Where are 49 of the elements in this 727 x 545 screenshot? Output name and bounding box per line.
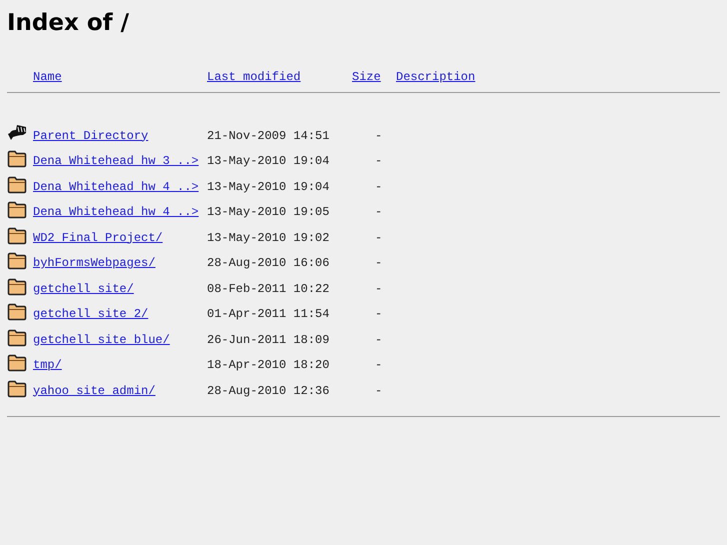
file-size: - (374, 358, 384, 372)
file-link[interactable]: Dena Whitehead hw 4 ..> (33, 205, 199, 219)
file-size: - (374, 180, 384, 194)
page-title: Index of / (7, 9, 130, 38)
file-size: - (374, 256, 384, 270)
file-size: - (374, 384, 384, 398)
file-link[interactable]: getchell site/ (33, 282, 134, 296)
file-size: - (374, 128, 384, 142)
folder-icon (7, 328, 27, 346)
modified-date: 28-Aug-2010 12:36 (207, 384, 330, 398)
modified-date: 18-Apr-2010 18:20 (207, 358, 330, 372)
file-link[interactable]: getchell site 2/ (33, 307, 148, 321)
folder-icon (7, 303, 27, 321)
back-arrow-icon (7, 122, 27, 142)
file-size: - (374, 307, 384, 321)
folder-icon (7, 201, 27, 219)
folder-icon (7, 380, 27, 398)
folder-icon (7, 226, 27, 244)
modified-date: 13-May-2010 19:02 (207, 230, 330, 244)
file-link[interactable]: tmp/ (33, 358, 62, 372)
folder-icon (7, 252, 27, 270)
file-size: - (374, 332, 384, 346)
file-link[interactable]: byhFormsWebpages/ (33, 256, 156, 270)
file-link[interactable]: Parent Directory (33, 128, 148, 142)
column-header-link[interactable]: Size (352, 70, 381, 84)
folder-icon (7, 150, 27, 168)
modified-date: 08-Feb-2011 10:22 (207, 282, 330, 296)
file-link[interactable]: WD2 Final Project/ (33, 230, 163, 244)
folder-icon (7, 354, 27, 372)
file-link[interactable]: Dena Whitehead hw 3 ..> (33, 154, 199, 168)
modified-date: 21-Nov-2009 14:51 (207, 128, 330, 142)
modified-date: 13-May-2010 19:05 (207, 205, 330, 219)
column-header-link[interactable]: Description (396, 70, 476, 84)
file-size: - (374, 230, 384, 244)
modified-date: 26-Jun-2011 18:09 (207, 332, 330, 346)
folder-icon (7, 278, 27, 296)
file-size: - (374, 154, 384, 168)
modified-date: 28-Aug-2010 16:06 (207, 256, 330, 270)
modified-date: 13-May-2010 19:04 (207, 154, 330, 168)
column-header-link[interactable]: Last modified (207, 70, 301, 84)
modified-date: 13-May-2010 19:04 (207, 180, 330, 194)
file-size: - (374, 282, 384, 296)
file-link[interactable]: Dena Whitehead hw 4 ..> (33, 180, 199, 194)
file-link[interactable]: getchell site blue/ (33, 332, 170, 346)
modified-date: 01-Apr-2011 11:54 (207, 307, 330, 321)
file-link[interactable]: yahoo site admin/ (33, 384, 156, 398)
folder-icon (7, 176, 27, 194)
file-size: - (374, 205, 384, 219)
column-header-link[interactable]: Name (33, 70, 62, 84)
